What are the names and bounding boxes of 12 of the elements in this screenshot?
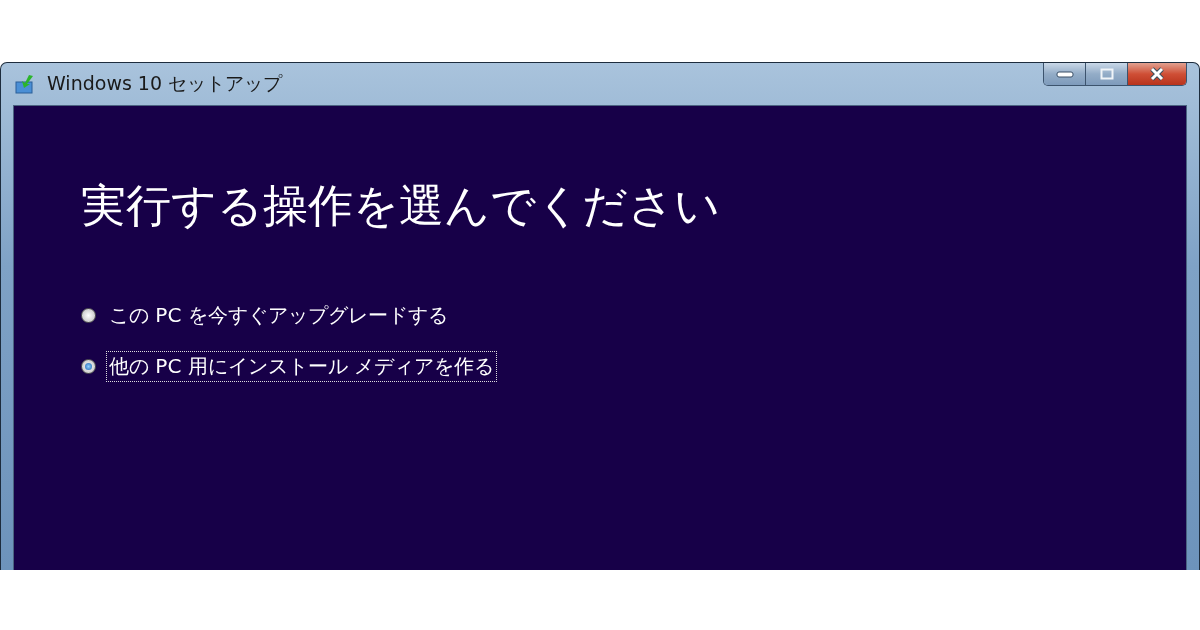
- maximize-icon: [1099, 68, 1114, 80]
- page-heading: 実行する操作を選んでください: [81, 178, 721, 234]
- radio-button[interactable]: [81, 359, 96, 374]
- option-label[interactable]: この PC を今すぐアップグレードする: [106, 300, 451, 331]
- maximize-button[interactable]: [1086, 63, 1128, 85]
- radio-button[interactable]: [81, 308, 96, 323]
- minimize-button[interactable]: [1044, 63, 1086, 85]
- close-icon: [1149, 67, 1165, 81]
- window-title: Windows 10 セットアップ: [47, 71, 284, 96]
- option-label[interactable]: 他の PC 用にインストール メディアを作る: [106, 351, 498, 382]
- minimize-icon: [1055, 70, 1074, 78]
- close-button[interactable]: [1128, 63, 1186, 85]
